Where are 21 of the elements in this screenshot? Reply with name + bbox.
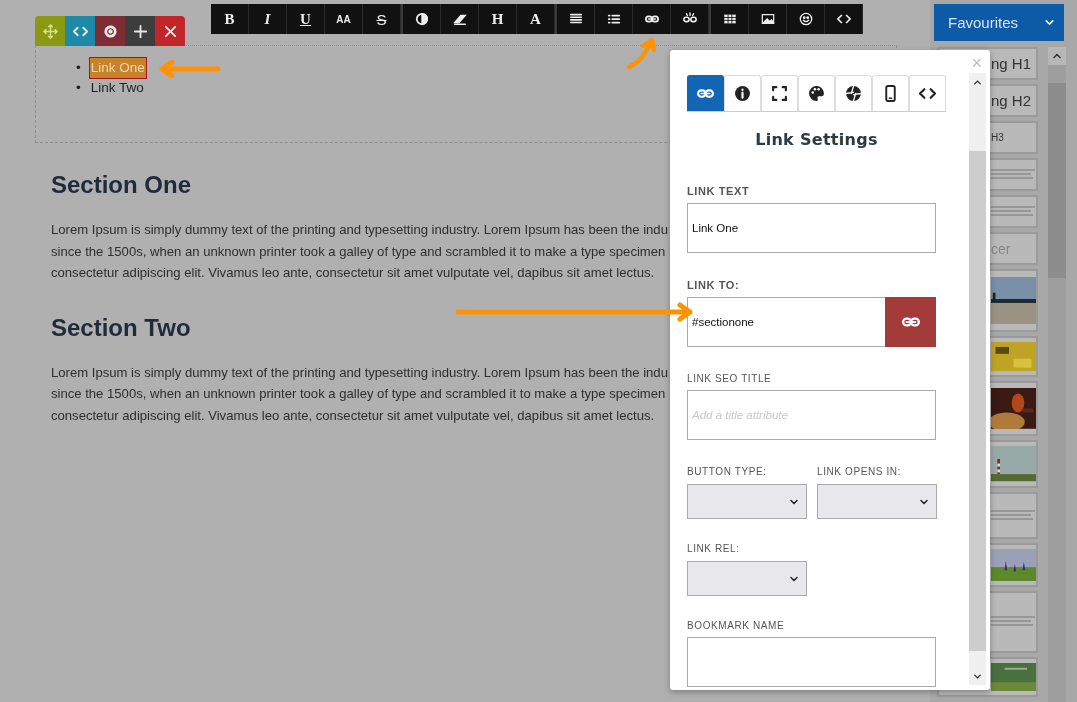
field-label: LINK TO: (687, 279, 741, 291)
thumbnail-label: H3 (991, 132, 1004, 143)
paragraph-line: consectetur adipiscing elit. Vivamus leo ante, consectetur sit amet vulputate vel, dapibus sit amet lectus. (51, 406, 655, 425)
field-label: LINK REL: (687, 543, 741, 554)
paragraph-line: since the 1500s, when an unknown printer took a galley of type and scrambled it to make a type specimen (51, 385, 666, 403)
bullet: • (76, 79, 81, 97)
field-label: LINK OPENS IN: (817, 466, 902, 477)
field-label: LINK TEXT (687, 185, 751, 197)
paragraph-line: consectetur adipiscing elit. Vivamus leo ante, consectetur sit amet vulputate vel, dapibus sit amet lectus. (51, 264, 655, 282)
thumbnail-label: ng H1 (991, 55, 1032, 72)
paragraph-line: since the 1500s, when an unknown printer took a galley of type and scrambled it to make a type specimen (51, 242, 666, 261)
section-heading: Section One (51, 171, 192, 199)
thumbnail-label: ng H2 (991, 92, 1032, 109)
field-label: LINK SEO TITLE (687, 373, 773, 384)
field-label: BOOKMARK NAME (687, 620, 786, 631)
dialog-title: Link Settings (754, 130, 879, 149)
paragraph-line: Lorem Ipsum is simply dummy text of the printing and typesetting industry. Lorem Ipsum has been the indu (51, 363, 668, 382)
bullet: • (76, 59, 81, 77)
field-label: BUTTON TYPE: (687, 466, 768, 477)
paragraph-line: Lorem Ipsum is simply dummy text of the printing and typesetting industry. Lorem Ipsum has been the indu (51, 221, 668, 239)
section-heading: Section Two (51, 313, 191, 342)
